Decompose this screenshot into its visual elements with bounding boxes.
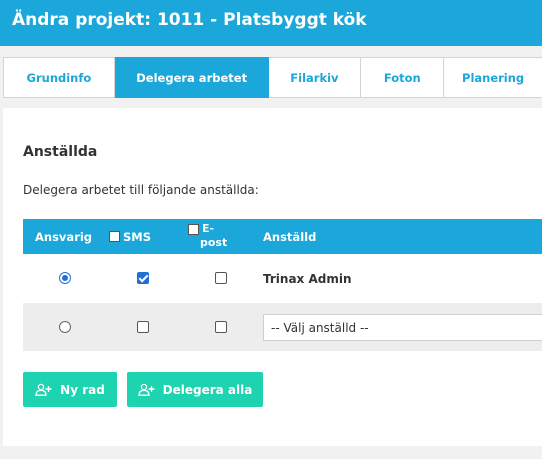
- employee-name: Trinax Admin: [263, 272, 352, 286]
- header-sms: SMS: [109, 219, 151, 254]
- add-user-icon: [137, 383, 155, 396]
- sms-checkbox[interactable]: [137, 272, 149, 284]
- employee-select[interactable]: -- Välj anställd --: [263, 314, 542, 341]
- header-email-label-1: E-: [202, 222, 215, 235]
- table-row: -- Välj anställd --: [23, 303, 542, 351]
- responsible-radio[interactable]: [59, 272, 71, 284]
- header-sms-label: SMS: [123, 229, 152, 244]
- email-checkbox[interactable]: [215, 321, 227, 333]
- page-title: Ändra projekt: 1011 - Platsbyggt kök: [12, 10, 367, 30]
- sms-checkbox[interactable]: [137, 321, 149, 333]
- sms-select-all-checkbox[interactable]: [109, 231, 120, 242]
- tab-delegera-arbetet[interactable]: Delegera arbetet: [114, 57, 269, 98]
- content-panel: Anställda Delegera arbetet till följande…: [3, 108, 542, 446]
- new-row-button[interactable]: Ny rad: [23, 372, 117, 407]
- section-title: Anställda: [23, 144, 98, 160]
- delegate-all-label: Delegera alla: [162, 382, 253, 397]
- table-row: Trinax Admin: [23, 254, 542, 303]
- header-responsible: Ansvarig: [35, 229, 93, 244]
- header-employee: Anställd: [263, 229, 317, 244]
- tab-foton[interactable]: Foton: [361, 58, 445, 97]
- page-header: Ändra projekt: 1011 - Platsbyggt kök: [0, 0, 542, 46]
- section-description: Delegera arbetet till följande anställda…: [23, 183, 259, 197]
- add-user-icon: [35, 383, 52, 396]
- header-email-label-2: post: [200, 236, 228, 249]
- tab-planering[interactable]: Planering: [444, 58, 542, 97]
- new-row-label: Ny rad: [60, 382, 105, 397]
- tab-bar: Grundinfo Delegera arbetet Filarkiv Foto…: [3, 57, 542, 98]
- table-header: Ansvarig SMS E- post Anställd: [23, 219, 542, 254]
- delegate-all-button[interactable]: Delegera alla: [127, 372, 263, 407]
- email-select-all-checkbox[interactable]: [188, 223, 199, 235]
- email-checkbox[interactable]: [215, 272, 227, 284]
- tab-filarkiv[interactable]: Filarkiv: [269, 58, 362, 97]
- responsible-radio[interactable]: [59, 321, 71, 333]
- tab-grundinfo[interactable]: Grundinfo: [4, 58, 115, 97]
- header-email: E- post: [188, 222, 227, 254]
